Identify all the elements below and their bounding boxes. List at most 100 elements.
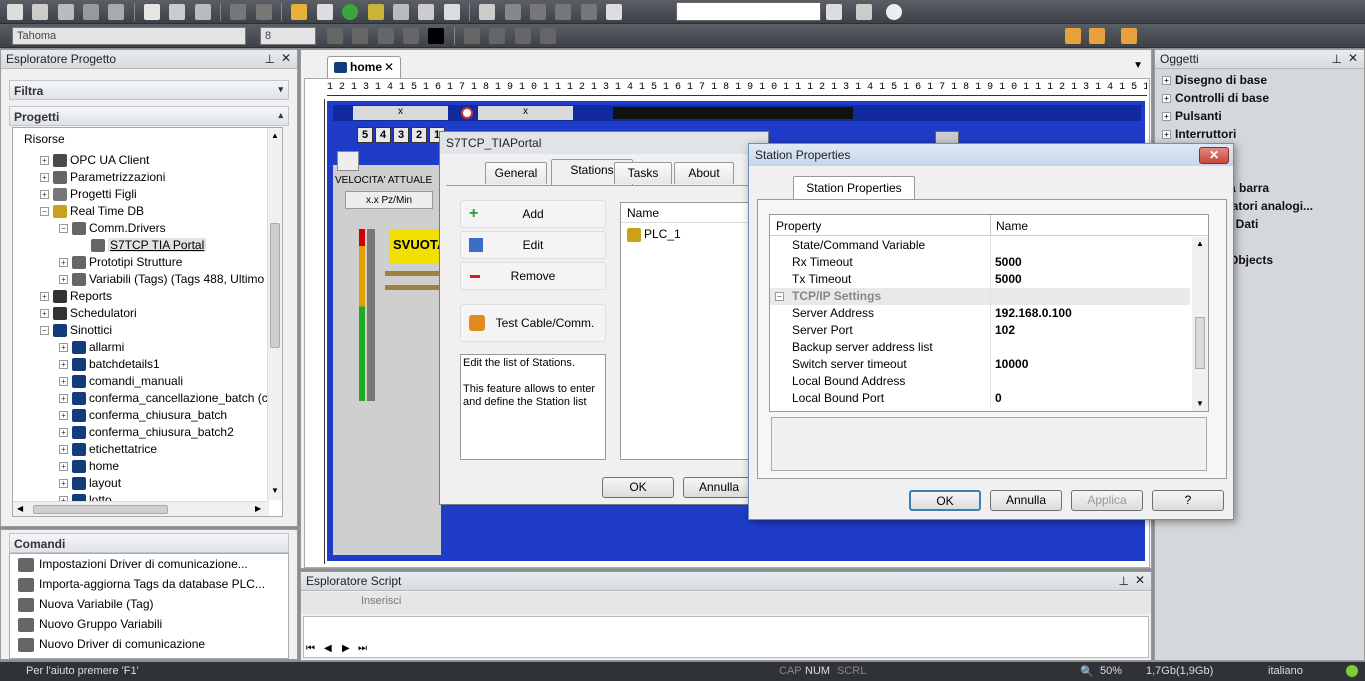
save-icon[interactable] xyxy=(57,4,74,20)
tab-general[interactable]: General xyxy=(485,162,547,184)
canvas-number-button[interactable]: 5 xyxy=(357,127,373,143)
tree-item[interactable]: + allarmi xyxy=(59,339,124,356)
speed-value[interactable]: x.x Pz/Min xyxy=(345,191,433,209)
collapse-icon[interactable]: − xyxy=(775,292,784,301)
objects-pin-icon[interactable]: ⊥ xyxy=(1332,52,1342,66)
projects-section[interactable]: Progetti ▴ xyxy=(9,106,289,126)
property-value[interactable]: 5000 xyxy=(995,271,1022,288)
scroll-left-icon[interactable]: ◀ xyxy=(17,504,23,513)
filter-section[interactable]: Filtra ▾ xyxy=(9,80,289,100)
frame-icon[interactable] xyxy=(1121,28,1137,44)
grid-icon[interactable] xyxy=(1065,28,1081,44)
check-icon[interactable] xyxy=(418,4,435,20)
status-zoom[interactable]: 50% xyxy=(1100,665,1122,677)
text-color-icon[interactable] xyxy=(403,28,420,44)
test-cable-button[interactable]: Test Cable/Comm. xyxy=(460,304,606,342)
zoom-icon[interactable]: 🔍 xyxy=(1080,665,1094,678)
fill-color-icon[interactable] xyxy=(428,28,445,44)
canvas-field-2[interactable]: x xyxy=(478,106,573,120)
font-size-combo[interactable]: 8 xyxy=(260,27,316,45)
expand-icon[interactable]: + xyxy=(1162,94,1171,104)
scroll-up-icon[interactable]: ▲ xyxy=(271,131,279,140)
nav-prev-icon[interactable]: ◀ xyxy=(324,643,332,654)
expand-icon[interactable]: + xyxy=(40,292,49,302)
tree-item[interactable]: + etichettatrice xyxy=(59,441,157,458)
copy-icon[interactable] xyxy=(169,4,186,20)
tree-item[interactable]: − Sinottici xyxy=(40,322,112,339)
property-value[interactable]: 10000 xyxy=(995,356,1028,373)
align-right-icon[interactable] xyxy=(514,28,531,44)
tree-item[interactable]: S7TCP TIA Portal xyxy=(78,237,207,254)
help-icon[interactable] xyxy=(886,4,902,20)
properties-help-button[interactable]: ? xyxy=(1152,490,1224,511)
script-pin-icon[interactable]: ⊥ xyxy=(1119,574,1129,588)
command-item[interactable]: Impostazioni Driver di comunicazione... xyxy=(10,554,248,574)
scroll-right-icon[interactable]: ▶ xyxy=(255,504,261,513)
nav-first-icon[interactable]: ⏮ xyxy=(306,643,315,654)
undo-icon[interactable] xyxy=(230,4,247,20)
objects-close-icon[interactable]: ✕ xyxy=(1348,51,1358,65)
new-icon[interactable] xyxy=(7,4,23,20)
nav-next-icon[interactable]: ▶ xyxy=(342,643,350,654)
object-category[interactable]: + Interruttori xyxy=(1157,125,1365,143)
close-icon[interactable]: ✕ xyxy=(281,51,291,65)
tree-item[interactable]: + Reports xyxy=(40,288,112,305)
tree-item[interactable]: + conferma_chiusura_batch xyxy=(59,407,227,424)
property-value[interactable]: 0 xyxy=(995,390,1002,407)
property-value[interactable]: 5000 xyxy=(995,254,1022,271)
hscroll-thumb[interactable] xyxy=(33,505,168,514)
print-preview-icon[interactable] xyxy=(856,4,872,20)
add-station-button[interactable]: + Add xyxy=(460,200,606,228)
canvas-field-1[interactable]: x xyxy=(353,106,448,120)
close-tab-icon[interactable]: ✕ xyxy=(384,60,394,74)
s7tcp-cancel-button[interactable]: Annulla xyxy=(683,477,755,498)
doc-menu-chevron-icon[interactable]: ▼ xyxy=(1133,60,1143,71)
tree-item[interactable]: + conferma_chiusura_batch2 xyxy=(59,424,234,441)
collapse-icon[interactable]: − xyxy=(40,207,49,217)
justify-icon[interactable] xyxy=(540,28,557,44)
scroll-down-icon[interactable]: ▼ xyxy=(271,486,279,495)
tree-item[interactable]: + conferma_cancellazione_batch (c xyxy=(59,390,268,407)
empty-button[interactable]: SVUOTA xyxy=(389,229,445,263)
expand-icon[interactable]: + xyxy=(59,462,68,472)
grid-scroll-up-icon[interactable]: ▲ xyxy=(1196,239,1204,248)
command-item[interactable]: Nuovo Driver di comunicazione xyxy=(10,634,205,654)
property-row[interactable]: Tx Timeout 5000 xyxy=(770,271,1190,288)
stations-list[interactable]: Name PLC_1 xyxy=(620,202,769,460)
tree-item[interactable]: + home xyxy=(59,458,119,475)
expand-icon[interactable]: + xyxy=(40,173,49,183)
expand-icon[interactable]: + xyxy=(59,275,68,285)
tools-icon[interactable] xyxy=(392,4,409,20)
tree-item[interactable]: + layout xyxy=(59,475,121,492)
property-value[interactable]: 192.168.0.100 xyxy=(995,305,1072,322)
paste-icon[interactable] xyxy=(194,4,211,20)
build-icon[interactable] xyxy=(316,4,333,20)
s7tcp-ok-button[interactable]: OK xyxy=(602,477,674,498)
property-row[interactable]: Backup server address list xyxy=(770,339,1190,356)
grid-scroll-thumb[interactable] xyxy=(1195,317,1205,369)
tab-about[interactable]: About xyxy=(674,162,734,184)
run-icon[interactable] xyxy=(342,4,359,20)
properties-ok-button[interactable]: OK xyxy=(909,490,981,511)
command-item[interactable]: Nuova Variabile (Tag) xyxy=(10,594,154,614)
canvas-number-button[interactable]: 2 xyxy=(411,127,427,143)
expand-icon[interactable]: + xyxy=(59,394,68,404)
tab-tasks[interactable]: Tasks xyxy=(614,162,672,184)
open-icon[interactable] xyxy=(32,4,49,20)
italic-icon[interactable] xyxy=(352,28,369,44)
expand-icon[interactable]: + xyxy=(40,156,49,166)
properties-cancel-button[interactable]: Annulla xyxy=(990,490,1062,511)
tree-item[interactable]: + Prototipi Strutture xyxy=(59,254,182,271)
script-insert-combo[interactable]: Inserisci xyxy=(357,595,415,611)
script-editor[interactable]: ⏮ ◀ ▶ ⏭ xyxy=(303,616,1149,658)
command-item[interactable]: Nuovo Gruppo Variabili xyxy=(10,614,162,634)
grid-vscrollbar[interactable]: ▲ ▼ xyxy=(1192,237,1208,411)
property-value[interactable]: 102 xyxy=(995,322,1015,339)
snap-icon[interactable] xyxy=(1089,28,1105,44)
expand-icon[interactable]: + xyxy=(59,258,68,268)
find-icon[interactable] xyxy=(605,4,622,20)
scroll-thumb[interactable] xyxy=(270,223,280,348)
tree-hscrollbar[interactable]: ◀ ▶ xyxy=(13,501,269,516)
script-close-icon[interactable]: ✕ xyxy=(1135,573,1145,587)
tree-vscrollbar[interactable]: ▲ ▼ xyxy=(267,128,282,500)
